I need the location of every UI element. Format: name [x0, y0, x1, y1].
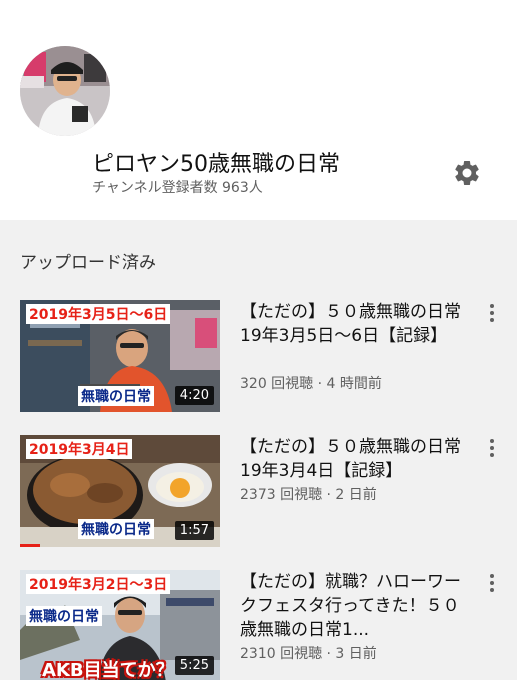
thumbnail-caption: 無職の日常 [78, 519, 154, 539]
subscriber-count: チャンネル登録者数 963人 [92, 180, 263, 196]
video-duration: 4:20 [174, 386, 214, 405]
section-title: アップロード済み [20, 253, 156, 273]
channel-header: ピロヤン50歳無職の日常 チャンネル登録者数 963人 [0, 0, 517, 220]
thumbnail-caption-secondary: AKB目当てか？ [42, 660, 174, 680]
more-vert-icon[interactable] [484, 302, 500, 322]
video-meta: 2373 回視聴 · 2 日前 [240, 487, 377, 503]
thumbnail-date-text: 2019年3月2日〜3日 [26, 574, 171, 594]
video-title[interactable]: 【ただの】就職？ハローワークフェスタ行ってきた！５０歳無職の日常1... [240, 570, 470, 642]
video-thumbnail[interactable]: 2019年3月2日〜3日 無職の日常 AKB目当てか？ 5:25 [20, 570, 220, 680]
video-thumbnail[interactable]: 2019年3月5日〜6日 無職の日常 4:20 [20, 300, 220, 412]
video-meta: 2310 回視聴 · 3 日前 [240, 646, 377, 662]
thumbnail-caption: 無職の日常 [26, 606, 102, 626]
video-title[interactable]: 【ただの】５０歳無職の日常19年3月5日〜6日【記録】 [240, 300, 470, 348]
watch-progress-bar [20, 544, 40, 547]
thumbnail-caption: 無職の日常 [78, 386, 154, 406]
video-item[interactable]: 2019年3月2日〜3日 無職の日常 AKB目当てか？ 5:25 【ただの】就職… [0, 570, 517, 680]
more-vert-icon[interactable] [484, 437, 500, 457]
thumbnail-date-text: 2019年3月5日〜6日 [26, 304, 171, 324]
video-thumbnail[interactable]: 2019年3月4日 無職の日常 1:57 [20, 435, 220, 547]
video-item[interactable]: 2019年3月4日 無職の日常 1:57 【ただの】５０歳無職の日常19年3月4… [0, 435, 517, 553]
video-meta: 320 回視聴 · 4 時間前 [240, 376, 382, 392]
video-duration: 5:25 [174, 656, 214, 675]
thumbnail-date-text: 2019年3月4日 [26, 439, 133, 459]
video-duration: 1:57 [174, 521, 214, 540]
channel-avatar[interactable] [20, 46, 110, 136]
channel-name: ピロヤン50歳無職の日常 [92, 152, 340, 177]
gear-icon[interactable] [452, 158, 482, 188]
more-vert-icon[interactable] [484, 572, 500, 592]
video-item[interactable]: 2019年3月5日〜6日 無職の日常 4:20 【ただの】５０歳無職の日常19年… [0, 300, 517, 418]
video-title[interactable]: 【ただの】５０歳無職の日常19年3月4日【記録】 [240, 435, 470, 483]
